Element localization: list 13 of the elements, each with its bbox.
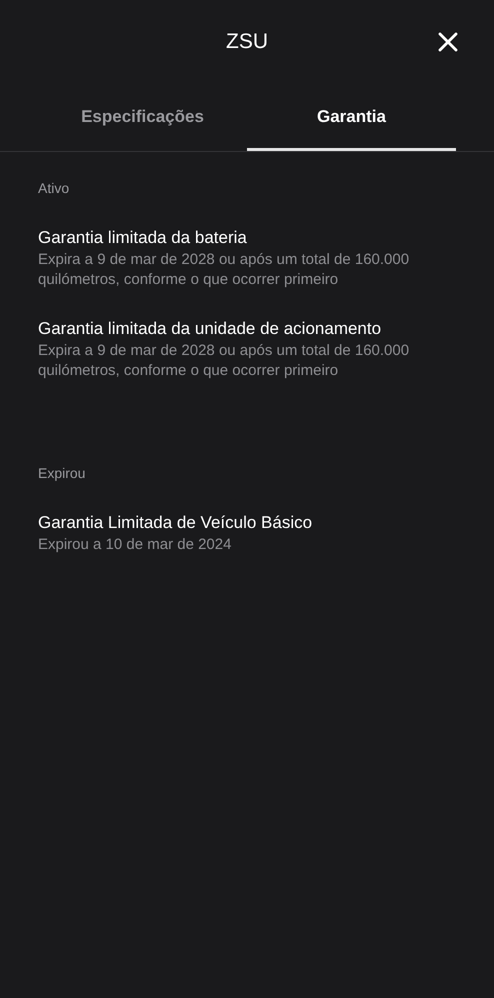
screen-title: ZSU: [226, 29, 268, 56]
close-button[interactable]: [436, 30, 460, 54]
section-heading: Ativo: [38, 179, 70, 198]
close-icon: [436, 30, 460, 54]
warranty-detail: Expira a 9 de mar de 2028 ou após um total de 160.000 quilómetros, conforme o que ocorrer primeiro: [38, 341, 410, 381]
warranty-title: Garantia limitada da bateria: [38, 227, 248, 249]
tab[interactable]: Especificações: [38, 84, 247, 151]
section-heading: Expirou: [38, 464, 86, 483]
tab[interactable]: Garantia: [247, 84, 456, 151]
warranty-title: Garantia Limitada de Veículo Básico: [38, 512, 314, 534]
warranty-detail: Expira a 9 de mar de 2028 ou após um total de 160.000 quilómetros, conforme o que ocorrer primeiro: [38, 250, 410, 290]
warranty-detail: Expirou a 10 de mar de 2024: [38, 535, 232, 555]
warranty-title: Garantia limitada da unidade de acionamento: [38, 318, 382, 340]
